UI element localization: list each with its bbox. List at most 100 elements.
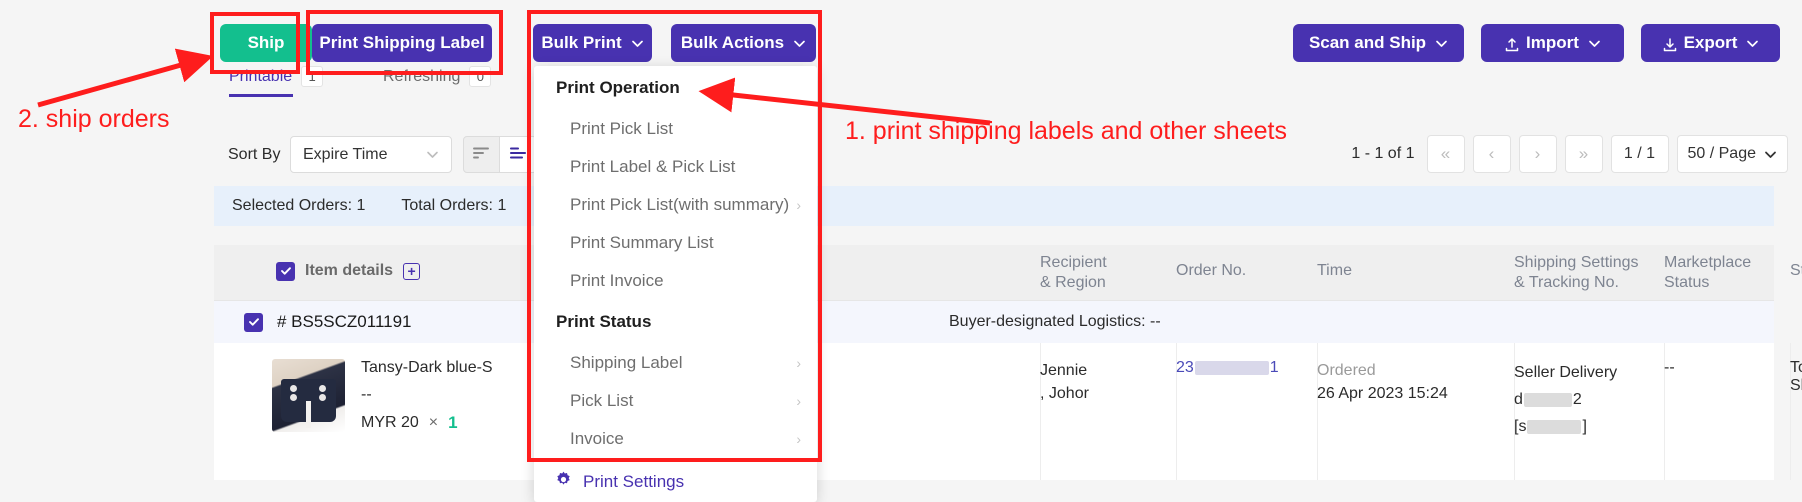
chevron-right-icon: › <box>796 197 801 213</box>
menu-item-invoice[interactable]: Invoice › <box>534 420 817 458</box>
order-logistics-note: Buyer-designated Logistics: -- <box>949 313 1161 331</box>
chevron-down-icon <box>793 37 806 50</box>
tab-printable[interactable]: Printable 1 <box>229 66 323 87</box>
pagination: 1 - 1 of 1 « ‹ › » 1 / 1 50 / Page <box>1351 135 1788 173</box>
pagination-next-button[interactable]: › <box>1519 135 1557 173</box>
multiply-icon: × <box>429 414 438 432</box>
tab-active-underline <box>229 94 293 97</box>
chevron-down-icon <box>631 37 644 50</box>
column-header-time: Time <box>1317 261 1352 281</box>
menu-item-invoice-label: Invoice <box>570 429 624 449</box>
scan-and-ship-button-label: Scan and Ship <box>1309 33 1426 53</box>
column-header-recipient: Recipient & Region <box>1040 253 1107 293</box>
order-no-cell[interactable]: 23 1 <box>1176 359 1279 377</box>
menu-item-print-invoice[interactable]: Print Invoice <box>534 262 817 300</box>
column-header-marketplace-status: Marketplace Status <box>1664 253 1751 293</box>
table-row: Tansy-Dark blue-S -- MYR 20 × 1 Jennie ,… <box>214 343 1774 480</box>
print-settings-label: Print Settings <box>583 472 684 492</box>
chevron-down-icon <box>426 148 439 161</box>
column-header-status: Status <box>1790 261 1802 281</box>
pagination-prev-button[interactable]: ‹ <box>1473 135 1511 173</box>
product-variant: -- <box>361 386 493 404</box>
chevron-down-icon <box>1588 37 1601 50</box>
annotation-arrow-to-ship <box>30 50 230 120</box>
expand-columns-icon[interactable]: + <box>403 263 420 280</box>
tracking-number-masked: d2 <box>1514 386 1617 413</box>
tab-refreshing-count: 0 <box>469 66 491 87</box>
tab-printable-count: 1 <box>301 66 323 87</box>
time-status: Ordered <box>1317 359 1448 382</box>
upload-icon <box>1504 37 1517 50</box>
product-price: MYR 20 <box>361 414 419 432</box>
shipping-method: Seller Delivery <box>1514 359 1617 386</box>
order-no-prefix: 23 <box>1176 359 1194 376</box>
sort-by-select[interactable]: Expire Time <box>290 136 452 173</box>
menu-item-print-pick-list-with-summary[interactable]: Print Pick List(with summary) › <box>534 186 817 224</box>
menu-item-shipping-label-label: Shipping Label <box>570 353 682 373</box>
product-name: Tansy-Dark blue-S <box>361 359 493 377</box>
select-all-checkbox[interactable] <box>276 262 295 281</box>
print-settings-link[interactable]: Print Settings <box>534 470 817 494</box>
order-reference: # BS5SCZ011191 <box>244 312 412 332</box>
tracking-number-bracketed: [s] <box>1514 413 1617 440</box>
pagination-last-button[interactable]: » <box>1565 135 1603 173</box>
pagination-page-size-select[interactable]: 50 / Page <box>1677 135 1789 173</box>
pagination-page-indicator[interactable]: 1 / 1 <box>1611 135 1669 173</box>
export-button[interactable]: Export <box>1641 24 1780 62</box>
product-quantity: 1 <box>448 413 457 433</box>
pagination-first-button[interactable]: « <box>1427 135 1465 173</box>
product-cell: Tansy-Dark blue-S -- MYR 20 × 1 <box>272 359 493 433</box>
chevron-right-icon: › <box>796 393 801 409</box>
chevron-right-icon: › <box>796 355 801 371</box>
pagination-page-size-value: 50 / Page <box>1688 145 1757 163</box>
recipient-region: , Johor <box>1040 382 1089 405</box>
order-management-screen: Ship Print Shipping Label Bulk Print Bul… <box>0 0 1802 502</box>
time-cell: Ordered 26 Apr 2023 15:24 <box>1317 359 1448 405</box>
tab-printable-label: Printable <box>229 68 292 86</box>
import-button-label: Import <box>1526 33 1579 53</box>
bulk-actions-button[interactable]: Bulk Actions <box>671 24 816 62</box>
sort-ascending-icon <box>472 145 491 165</box>
menu-item-pick-list[interactable]: Pick List › <box>534 382 817 420</box>
sort-descending-icon <box>509 145 528 165</box>
ship-button-label: Ship <box>248 33 285 53</box>
marketplace-status-cell: -- <box>1664 359 1675 377</box>
menu-item-print-summary-list[interactable]: Print Summary List <box>534 224 817 262</box>
export-button-label: Export <box>1684 33 1738 53</box>
print-shipping-label-button-label: Print Shipping Label <box>319 33 484 53</box>
sort-descending-button[interactable] <box>500 136 537 173</box>
tab-refreshing[interactable]: Refreshing 0 <box>383 66 491 87</box>
sort-by-label: Sort By <box>228 146 280 164</box>
print-shipping-label-button[interactable]: Print Shipping Label <box>312 24 492 62</box>
gear-icon <box>554 470 573 494</box>
menu-item-print-pick-list-label: Print Pick List <box>570 119 673 139</box>
product-price-row: MYR 20 × 1 <box>361 413 493 433</box>
menu-item-print-pick-list-with-summary-label: Print Pick List(with summary) <box>570 195 789 215</box>
product-thumbnail <box>272 359 345 432</box>
order-group-header: # BS5SCZ011191 Buyer-designated Logistic… <box>214 301 1774 343</box>
order-reference-label: # BS5SCZ011191 <box>277 312 412 332</box>
tab-refreshing-label: Refreshing <box>383 68 460 86</box>
menu-item-shipping-label[interactable]: Shipping Label › <box>534 344 817 382</box>
order-select-checkbox[interactable] <box>244 313 263 332</box>
menu-item-print-label-and-pick-list[interactable]: Print Label & Pick List <box>534 148 817 186</box>
selection-info-bar: Selected Orders: 1 Total Orders: 1 <box>214 186 1774 226</box>
recipient-cell: Jennie , Johor <box>1040 359 1089 405</box>
import-button[interactable]: Import <box>1481 24 1624 62</box>
scan-and-ship-button[interactable]: Scan and Ship <box>1293 24 1464 62</box>
order-no-suffix: 1 <box>1270 359 1279 376</box>
bulk-print-button[interactable]: Bulk Print <box>533 24 652 62</box>
total-orders-count: Total Orders: 1 <box>401 197 506 215</box>
bulk-print-button-label: Bulk Print <box>541 33 621 53</box>
menu-item-print-summary-list-label: Print Summary List <box>570 233 714 253</box>
menu-item-print-invoice-label: Print Invoice <box>570 271 664 291</box>
ship-button[interactable]: Ship <box>220 24 312 62</box>
pagination-summary: 1 - 1 of 1 <box>1351 145 1414 163</box>
chevron-right-icon: › <box>796 431 801 447</box>
dropdown-group-title-print-status: Print Status <box>534 300 817 344</box>
download-icon <box>1662 37 1675 50</box>
shipping-settings-cell: Seller Delivery d2 [s] <box>1514 359 1617 441</box>
column-header-recipient-line1: Recipient <box>1040 253 1107 273</box>
column-header-marketplace-line2: Status <box>1664 273 1751 293</box>
sort-ascending-button[interactable] <box>463 136 500 173</box>
